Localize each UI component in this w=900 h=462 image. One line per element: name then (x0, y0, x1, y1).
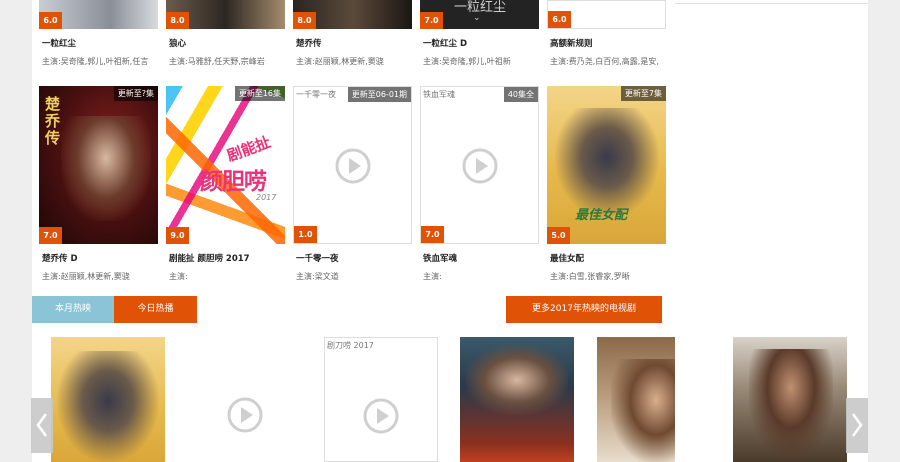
video-cast: 主演:吴奇隆,郭儿,叶祖新 (423, 57, 511, 66)
update-badge: 更新至16集 (234, 86, 285, 101)
play-circle-icon[interactable] (227, 397, 263, 433)
play-circle-icon[interactable] (335, 148, 371, 184)
video-card[interactable]: 6.0 高额新规则 主演:费乃尧,白百何,高露,是安, (547, 0, 667, 75)
poster[interactable]: 剧能扯 颜胆唠 2017 更新至16集 9.0 (166, 86, 285, 244)
poster-figures (555, 108, 659, 218)
poster[interactable]: 6.0 (547, 0, 666, 29)
score-badge: 8.0 (293, 12, 316, 29)
carousel-next-button[interactable] (846, 398, 868, 453)
score-badge: 7.0 (421, 226, 444, 243)
play-circle-icon[interactable] (462, 148, 498, 184)
video-cast: 主演:费乃尧,白百何,高露,是安, (550, 57, 659, 66)
update-badge: 更新至?集 (113, 86, 158, 101)
poster[interactable]: 8.0 (293, 0, 412, 29)
poster[interactable] (187, 337, 301, 462)
poster[interactable]: 一粒红尘 ⌄ 7.0 (420, 0, 539, 29)
score-badge: 8.0 (166, 12, 189, 29)
poster-figures (749, 349, 833, 459)
video-cast: 主演: (169, 272, 188, 281)
poster[interactable] (51, 337, 165, 462)
score-badge: 5.0 (547, 227, 570, 244)
poster[interactable]: 一千零一夜 更新至06-01期 1.0 (293, 86, 412, 244)
poster-figures (61, 116, 151, 221)
video-title[interactable]: 一千零一夜 (296, 252, 339, 264)
poster[interactable]: 楚乔传 更新至?集 7.0 (39, 86, 158, 244)
score-badge: 6.0 (548, 11, 571, 28)
video-card[interactable]: 铁血军魂 40集全 7.0 铁血军魂 主演: (420, 86, 540, 286)
video-title[interactable]: 一粒红尘 D (423, 37, 467, 49)
video-card[interactable]: 一粒红尘 ⌄ 7.0 一粒红尘 D 主演:吴奇隆,郭儿,叶祖新 (420, 0, 540, 75)
video-title[interactable]: 剧能扯 颜胆唠 2017 (169, 252, 250, 264)
poster-title-text: 颜胆唠 (200, 169, 267, 195)
main-content: 6.0 一粒红尘 主演:吴奇隆,郭儿,叶祖新,任言 8.0 狼心 主演:马雅舒,… (32, 0, 711, 462)
poster-alt-text: 一千零一夜 (296, 90, 336, 99)
tab-today-hot[interactable]: 今日热播 (114, 296, 197, 323)
poster[interactable]: 最佳女配 更新至7集 5.0 (547, 86, 666, 244)
video-card[interactable]: 8.0 狼心 主演:马雅舒,任天野,宗峰岩 (166, 0, 286, 75)
divider (675, 3, 868, 4)
poster[interactable]: 6.0 (39, 0, 158, 29)
video-card[interactable]: 楚乔传 更新至?集 7.0 楚乔传 D 主演:赵丽颖,林更新,窦骁 (39, 86, 159, 286)
video-card[interactable]: 最佳女配 更新至7集 5.0 最佳女配 主演:白雪,张睿家,罗晰 (547, 86, 667, 286)
video-cast: 主演:吴奇隆,郭儿,叶祖新,任言 (42, 57, 149, 66)
poster-title-text: 最佳女配 (575, 208, 628, 223)
more-tv-button[interactable]: 更多2017年热映的电视剧 (506, 296, 662, 323)
video-title[interactable]: 铁血军魂 (423, 252, 457, 264)
video-card[interactable]: 8.0 楚乔传 主演:赵丽颖,林更新,窦骁 (293, 0, 413, 75)
chevron-right-icon (851, 413, 863, 437)
poster[interactable]: 铁血军魂 40集全 7.0 (420, 86, 539, 244)
video-title[interactable]: 一粒红尘 (42, 37, 76, 49)
update-badge: 40集全 (503, 87, 538, 102)
tab-month-hot[interactable]: 本月热映 (32, 296, 114, 323)
video-card[interactable]: 6.0 一粒红尘 主演:吴奇隆,郭儿,叶祖新,任言 (39, 0, 159, 75)
score-badge: 7.0 (420, 12, 443, 29)
video-title[interactable]: 最佳女配 (550, 252, 584, 264)
video-title[interactable]: 高额新规则 (550, 37, 593, 49)
video-cast: 主演: (423, 272, 442, 281)
carousel-prev-button[interactable] (31, 398, 53, 453)
poster-year-text: 2017 (256, 193, 277, 202)
video-card[interactable]: 一千零一夜 更新至06-01期 1.0 一千零一夜 主演:梁文道 (293, 86, 413, 286)
video-title[interactable]: 楚乔传 (296, 37, 322, 49)
video-cast: 主演:赵丽颖,林更新,窦骁 (296, 57, 384, 66)
chevron-left-icon (36, 413, 48, 437)
video-cast: 主演:白雪,张睿家,罗晰 (550, 272, 630, 281)
video-cast: 主演:马雅舒,任天野,宗峰岩 (169, 57, 265, 66)
poster-alt-text: 铁血军魂 (423, 90, 455, 99)
video-cast: 主演:赵丽颖,林更新,窦骁 (42, 272, 130, 281)
update-badge: 更新至7集 (620, 86, 666, 101)
poster-figures (466, 345, 568, 415)
play-circle-icon[interactable] (363, 398, 399, 434)
video-cast: 主演:梁文道 (296, 272, 339, 281)
poster[interactable] (460, 337, 574, 462)
chevron-down-icon: ⌄ (473, 13, 481, 23)
poster[interactable]: 剧刀唠 2017 (324, 337, 438, 462)
score-badge: 6.0 (39, 12, 62, 29)
score-badge: 7.0 (39, 227, 62, 244)
video-title[interactable]: 楚乔传 D (42, 252, 78, 264)
poster[interactable]: 8.0 (166, 0, 285, 29)
poster-figures (57, 351, 159, 462)
score-badge: 1.0 (294, 226, 317, 243)
video-card[interactable]: 剧能扯 颜胆唠 2017 更新至16集 9.0 剧能扯 颜胆唠 2017 主演: (166, 86, 286, 286)
poster[interactable] (733, 337, 847, 462)
score-badge: 9.0 (166, 227, 189, 244)
poster-alt-text: 剧刀唠 2017 (327, 341, 374, 350)
update-badge: 更新至06-01期 (347, 87, 411, 102)
video-title[interactable]: 狼心 (169, 37, 186, 49)
